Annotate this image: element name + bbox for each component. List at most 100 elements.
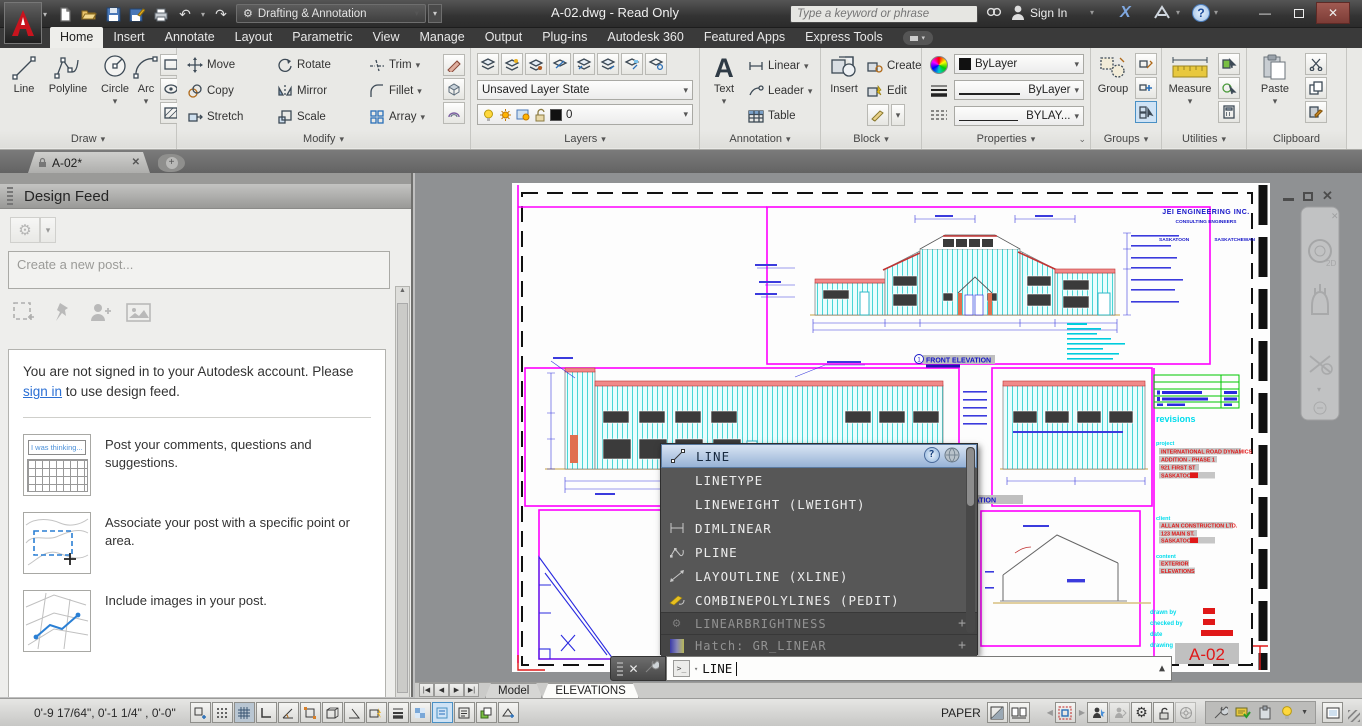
doc-minimize-icon[interactable] — [1283, 198, 1294, 201]
layers-panel-footer[interactable]: Layers▾ — [471, 130, 699, 148]
measure-button[interactable]: Measure▾ — [1164, 54, 1216, 107]
viewport-prev-icon[interactable]: ◀ — [1047, 708, 1053, 717]
design-feed-header[interactable]: Design Feed — [0, 184, 411, 209]
clipboard-panel-footer[interactable]: Clipboard — [1247, 130, 1346, 148]
scale-button[interactable]: Scale — [277, 107, 326, 127]
undo-icon[interactable]: ↶ — [174, 4, 196, 24]
new-post-input[interactable]: Create a new post... — [8, 251, 390, 289]
layer-prev-icon[interactable] — [645, 53, 667, 75]
copy-clip-icon[interactable] — [1305, 77, 1327, 99]
ribbon-tab-autodesk360[interactable]: Autodesk 360 — [597, 27, 693, 48]
internet-search-icon[interactable] — [944, 447, 960, 466]
close-button[interactable]: ✕ — [1316, 2, 1350, 24]
suggestion-hatch-grlinear[interactable]: Hatch: GR_LINEAR+ — [661, 634, 977, 656]
help-chevron-icon[interactable]: ▾ — [1214, 8, 1218, 17]
undo-chevron-icon[interactable]: ▾ — [198, 4, 208, 24]
color-wheel-icon[interactable] — [930, 56, 948, 74]
layer-properties-icon[interactable] — [477, 53, 499, 75]
group-edit-icon[interactable] — [1135, 53, 1157, 75]
quick-calc-icon[interactable] — [1218, 77, 1240, 99]
suggestion-combinepolylines[interactable]: COMBINEPOLYLINES (PEDIT) — [661, 588, 977, 612]
tray-chevron-icon[interactable]: ▼ — [1301, 709, 1308, 716]
linetype-icon[interactable] — [930, 108, 948, 127]
polyline-button[interactable]: Polyline — [44, 52, 92, 95]
cut-icon[interactable] — [1305, 53, 1327, 75]
search-go-icon[interactable] — [985, 4, 1003, 27]
fillet-button[interactable]: Fillet▾ — [369, 81, 422, 101]
layout-nav-prev[interactable]: ◀ — [434, 683, 449, 697]
ribbon-tab-plugins[interactable]: Plug-ins — [532, 27, 597, 48]
transparency-display-toggle[interactable] — [410, 702, 431, 723]
ribbon-tab-output[interactable]: Output — [475, 27, 533, 48]
tray-clipboard-icon[interactable] — [1254, 702, 1275, 723]
new-drawing-tab-button[interactable]: + — [158, 154, 185, 172]
lineweight-icon[interactable] — [930, 84, 948, 103]
file-tab-a02[interactable]: A-02* ✕ — [28, 152, 150, 173]
offset-tool-icon[interactable] — [443, 102, 465, 124]
attach-image-icon[interactable] — [126, 301, 152, 325]
autoscale-button[interactable] — [1109, 702, 1130, 723]
suggestion-linearbrightness[interactable]: ⚙LINEARBRIGHTNESS+ — [661, 612, 977, 634]
expand-plus-icon[interactable]: + — [958, 638, 967, 653]
dynamic-input-toggle[interactable] — [366, 702, 387, 723]
layout-nav-last[interactable]: ▶| — [464, 683, 479, 697]
command-help-icon[interactable]: ? — [924, 447, 940, 463]
feed-gear-icon[interactable]: ⚙ — [10, 217, 40, 243]
maximize-viewport-button[interactable] — [1055, 702, 1076, 723]
minimize-button[interactable]: — — [1248, 2, 1282, 24]
recent-commands-chevron-icon[interactable]: ▾ — [694, 665, 698, 673]
command-input[interactable]: >_ ▾ LINE ▲ — [666, 656, 1172, 681]
tray-plot-status-icon[interactable] — [1232, 702, 1253, 723]
layout-nav-first[interactable]: |◀ — [419, 683, 434, 697]
autodesk360-icon[interactable] — [1152, 3, 1172, 28]
search-input[interactable] — [790, 5, 978, 23]
sign-in-button[interactable]: Sign In — [1030, 6, 1067, 20]
a360-chevron-icon[interactable]: ▾ — [1176, 8, 1180, 17]
erase-tool-icon[interactable] — [443, 54, 465, 76]
text-button[interactable]: AText▾ — [706, 54, 742, 107]
tab-model[interactable]: Model — [485, 683, 542, 698]
feed-scrollbar[interactable]: ▲ ▼ — [395, 286, 410, 697]
popup-scrollbar[interactable] — [966, 447, 975, 633]
rotate-button[interactable]: Rotate — [277, 55, 331, 75]
new-file-icon[interactable] — [54, 4, 76, 24]
workspace-switcher[interactable]: ⚙ Drafting & Annotation ▾ — [236, 4, 426, 23]
doc-restore-icon[interactable] — [1303, 192, 1313, 201]
command-bar-grip[interactable]: ✕ — [610, 656, 666, 681]
exchange-apps-icon[interactable]: X — [1120, 4, 1131, 22]
suggestion-pline[interactable]: PLINE — [661, 540, 977, 564]
suggestion-line[interactable]: LINE ? — [661, 444, 977, 468]
suggestion-linetype[interactable]: LINETYPE — [661, 468, 977, 492]
ribbon-tab-parametric[interactable]: Parametric — [282, 27, 362, 48]
layer-off-icon[interactable] — [501, 53, 523, 75]
quick-properties-toggle[interactable] — [454, 702, 475, 723]
ribbon-tab-expresstools[interactable]: Express Tools — [795, 27, 893, 48]
model-space-icon[interactable] — [987, 702, 1008, 723]
app-menu-button[interactable] — [4, 2, 42, 44]
selection-cycling-toggle[interactable] — [432, 702, 453, 723]
ribbon-tab-insert[interactable]: Insert — [103, 27, 154, 48]
attr-chevron-icon[interactable]: ▾ — [891, 104, 905, 126]
leader-button[interactable]: Leader▾ — [748, 81, 812, 101]
properties-panel-footer[interactable]: Properties▾⌄ — [922, 130, 1090, 148]
quick-select-icon[interactable] — [1218, 53, 1240, 75]
feed-scroll-up-icon[interactable]: ▲ — [396, 287, 409, 301]
panel-grip-icon[interactable] — [7, 187, 13, 205]
steering-wheel-button[interactable] — [1175, 702, 1196, 723]
tray-wrench-icon[interactable] — [1210, 702, 1231, 723]
ribbon-tab-manage[interactable]: Manage — [410, 27, 475, 48]
ribbon-tab-home[interactable]: Home — [50, 27, 103, 48]
layout-nav-next[interactable]: ▶ — [449, 683, 464, 697]
layer-match-icon[interactable] — [621, 53, 643, 75]
clean-screen-button[interactable] — [1322, 702, 1343, 723]
trim-button[interactable]: Trim▾ — [369, 55, 420, 75]
tab-elevations[interactable]: ELEVATIONS — [542, 683, 639, 698]
modify-panel-footer[interactable]: Modify▾ — [177, 130, 470, 148]
file-tab-close-icon[interactable]: ✕ — [132, 157, 140, 168]
edit-attribute-icon[interactable] — [867, 104, 889, 126]
sign-in-link[interactable]: sign in — [23, 384, 62, 399]
qat-customize-button[interactable]: ▾ — [428, 4, 442, 23]
lineweight-dropdown[interactable]: ByLayer▾ — [954, 80, 1084, 100]
tray-bulb-icon[interactable] — [1276, 702, 1297, 723]
workspace-gear-button[interactable]: ⚙ — [1131, 702, 1152, 723]
